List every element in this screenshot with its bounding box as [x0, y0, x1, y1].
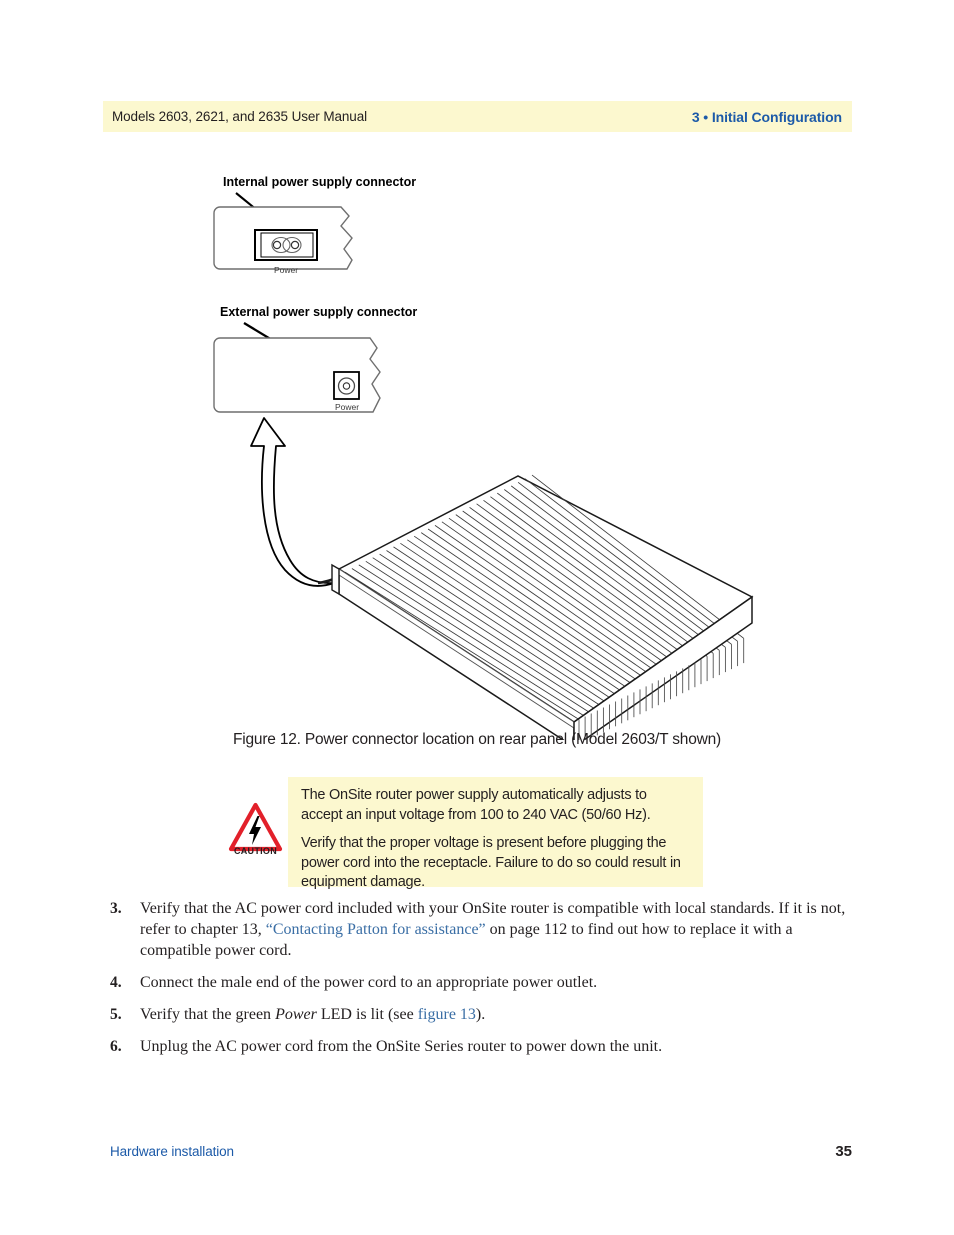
- caution-text-box: The OnSite router power supply automatic…: [288, 777, 703, 890]
- step-item: 3. Verify that the AC power cord included…: [110, 898, 855, 961]
- body-text: Connect the male end of the power cord t…: [140, 974, 598, 991]
- page-header-band: Models 2603, 2621, and 2635 User Manual …: [103, 101, 852, 132]
- emphasized-text: Power: [275, 1006, 317, 1023]
- caution-paragraph-1: The OnSite router power supply automatic…: [301, 787, 651, 823]
- figure-caption: Figure 12. Power connector location on r…: [232, 731, 722, 748]
- external-rear-panel-drawing: Power: [213, 337, 381, 413]
- external-connector-label: External power supply connector: [220, 305, 417, 319]
- router-device-drawing: POWER CONSOLE ETH 0/0: [317, 474, 754, 740]
- header-chapter-title: 3 • Initial Configuration: [691, 108, 842, 125]
- footer-page-number: 35: [835, 1143, 852, 1160]
- step-number: 4.: [110, 974, 122, 991]
- cross-reference-link[interactable]: “Contacting Patton for assistance”: [266, 921, 486, 938]
- step-number: 6.: [110, 1038, 122, 1055]
- external-port-caption: Power: [335, 402, 359, 412]
- power-cord-routing-arrow: [250, 417, 335, 587]
- figure-12-illustration: Internal power supply connector Power Ex…: [0, 150, 954, 740]
- step-item: 6. Unplug the AC power cord from the OnSi…: [110, 1036, 855, 1057]
- step-text: Unplug the AC power cord from the OnSite…: [140, 1036, 855, 1057]
- footer-section-label: Hardware installation: [110, 1144, 234, 1159]
- numbered-step-list: 3. Verify that the AC power cord included…: [110, 898, 855, 1068]
- internal-port-caption: Power: [274, 265, 298, 275]
- step-text: Connect the male end of the power cord t…: [140, 972, 855, 993]
- body-text: Verify that the green: [140, 1006, 276, 1023]
- internal-rear-panel-drawing: Power: [213, 206, 353, 275]
- caution-paragraph-2: Verify that the proper voltage is presen…: [301, 835, 681, 890]
- body-text: LED is lit (see: [316, 1006, 418, 1023]
- header-manual-title: Models 2603, 2621, and 2635 User Manual: [112, 109, 368, 124]
- step-item: 4. Connect the male end of the power cord…: [110, 972, 855, 993]
- step-number: 5.: [110, 1006, 122, 1023]
- step-item: 5. Verify that the green Power LED is lit…: [110, 1004, 855, 1025]
- internal-connector-label: Internal power supply connector: [223, 175, 416, 189]
- caution-word: CAUTION: [233, 847, 278, 855]
- body-text: Unplug the AC power cord from the OnSite…: [140, 1038, 663, 1055]
- caution-block: CAUTION The OnSite router power supply a…: [227, 777, 703, 890]
- step-number: 3.: [110, 900, 122, 917]
- page-footer: Hardware installation 35: [110, 1143, 852, 1160]
- step-text: Verify that the AC power cord included w…: [140, 898, 855, 961]
- step-text: Verify that the green Power LED is lit (…: [140, 1004, 855, 1025]
- cross-reference-link[interactable]: figure 13: [418, 1006, 476, 1023]
- body-text: ).: [475, 1006, 486, 1023]
